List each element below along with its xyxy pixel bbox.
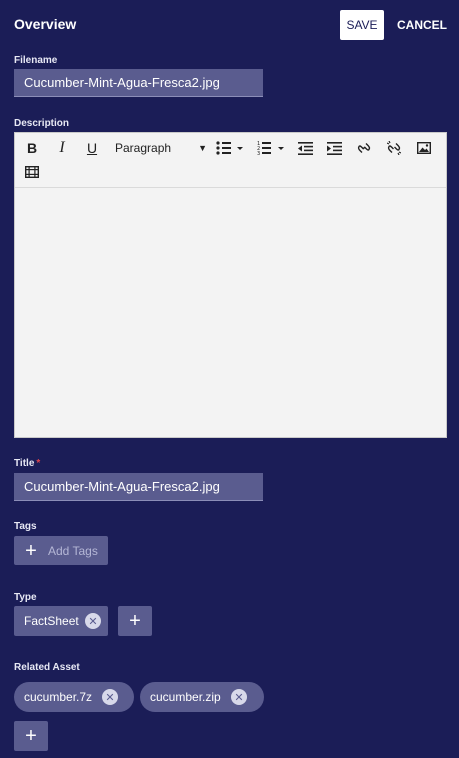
title-label: Title * [14, 458, 40, 469]
header: Overview SAVE CANCEL [0, 0, 459, 50]
link-icon[interactable] [356, 136, 372, 160]
chevron-down-icon: ▼ [198, 143, 207, 153]
description-editor: B I U Paragraph ▼ 1 2 3 [14, 132, 447, 438]
plus-icon: + [25, 539, 37, 562]
title-label-text: Title [14, 458, 35, 469]
filename-label: Filename [14, 55, 58, 66]
add-tags-label: Add Tags [48, 543, 98, 558]
remove-chip-icon[interactable]: ✕ [102, 689, 118, 705]
svg-text:3: 3 [257, 151, 260, 155]
save-button[interactable]: SAVE [340, 10, 384, 40]
required-mark: * [36, 458, 41, 469]
type-label: Type [14, 592, 37, 603]
underline-icon[interactable]: U [84, 136, 100, 160]
related-asset-chip-label: cucumber.7z [24, 690, 93, 704]
paragraph-format-select[interactable]: Paragraph ▼ [115, 136, 207, 160]
title-input[interactable] [14, 473, 263, 501]
add-tags-button[interactable]: + Add Tags [14, 536, 108, 565]
bulleted-list-icon[interactable] [216, 136, 246, 160]
paragraph-format-value: Paragraph [115, 141, 172, 155]
tags-label: Tags [14, 521, 37, 532]
description-label: Description [14, 118, 70, 129]
image-icon[interactable] [416, 136, 432, 160]
plus-icon: + [25, 724, 37, 747]
add-related-asset-button[interactable]: + [14, 721, 48, 751]
type-chip: FactSheet ✕ [14, 606, 108, 636]
add-type-button[interactable]: + [118, 606, 152, 636]
bold-icon[interactable]: B [24, 136, 40, 160]
editor-content-area[interactable] [15, 188, 446, 437]
page-title: Overview [14, 16, 77, 32]
remove-chip-icon[interactable]: ✕ [231, 689, 247, 705]
outdent-icon[interactable] [297, 136, 313, 160]
editor-toolbar: B I U Paragraph ▼ 1 2 3 [15, 133, 446, 188]
remove-chip-icon[interactable]: ✕ [85, 613, 101, 629]
related-asset-label: Related Asset [14, 662, 80, 673]
numbered-list-icon[interactable]: 1 2 3 [257, 136, 287, 160]
related-asset-chip: cucumber.zip ✕ [140, 682, 264, 712]
plus-icon: + [129, 609, 141, 632]
type-chip-label: FactSheet [24, 614, 79, 628]
video-icon[interactable] [24, 160, 40, 184]
filename-input[interactable] [14, 69, 263, 97]
cancel-button[interactable]: CANCEL [394, 10, 450, 40]
related-asset-chip: cucumber.7z ✕ [14, 682, 134, 712]
indent-icon[interactable] [326, 136, 342, 160]
related-asset-chip-label: cucumber.zip [150, 690, 221, 704]
italic-icon[interactable]: I [54, 136, 70, 160]
unlink-icon[interactable] [386, 136, 402, 160]
